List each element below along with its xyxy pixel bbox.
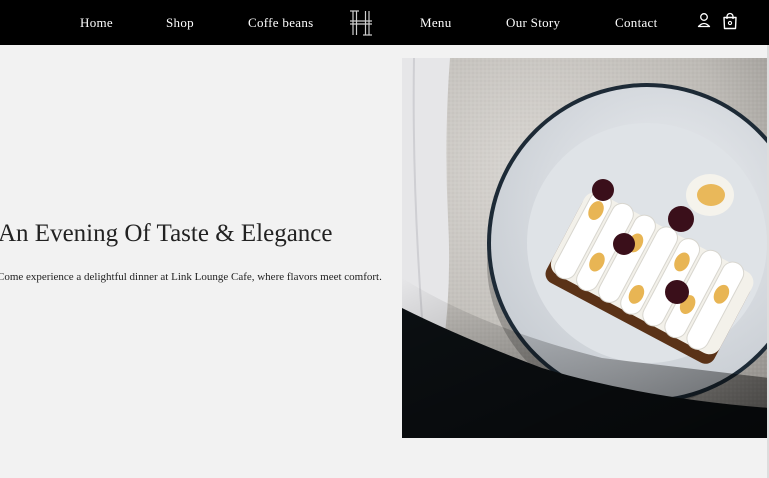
nav-link-menu[interactable]: Menu [420, 0, 452, 45]
nav-link-home[interactable]: Home [80, 0, 113, 45]
nav-link-shop[interactable]: Shop [166, 0, 194, 45]
nav-link-our-story[interactable]: Our Story [506, 0, 560, 45]
hero-image-dessert-plate [402, 58, 769, 438]
nav-link-coffee-beans[interactable]: Coffe beans [248, 0, 314, 45]
top-navigation: Home Shop Coffe beans Menu Our Story Con… [0, 0, 769, 45]
shopping-bag-icon[interactable] [722, 12, 738, 35]
hero-description: Come experience a delightful dinner at L… [0, 271, 382, 283]
user-icon[interactable] [697, 12, 711, 33]
brand-logo[interactable] [349, 0, 373, 45]
hero-title: An Evening Of Taste & Elegance [0, 220, 333, 247]
logo-mark-icon [350, 10, 372, 36]
nav-link-contact[interactable]: Contact [615, 0, 658, 45]
